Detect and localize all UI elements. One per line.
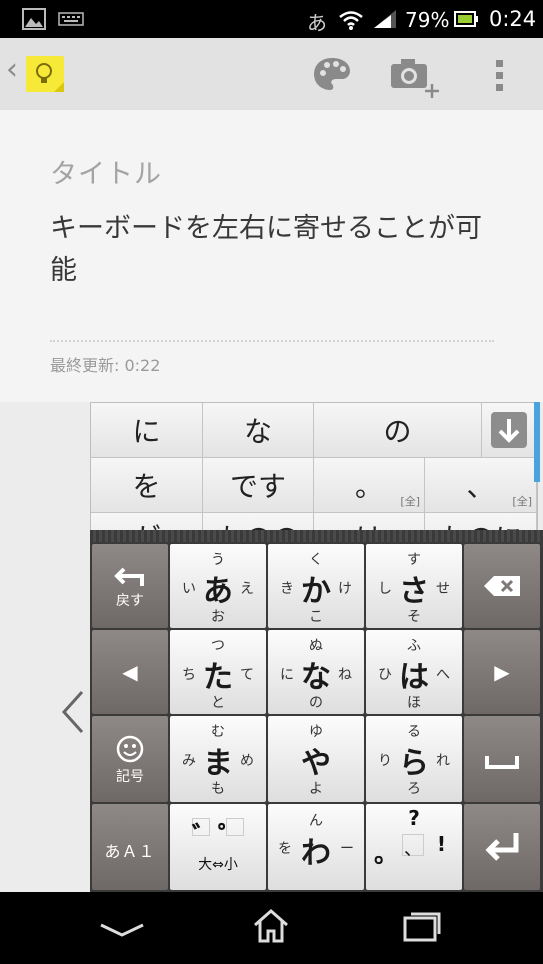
key-main: あ xyxy=(203,574,233,609)
emoji-symbol-label: 記号 xyxy=(116,769,144,785)
emoji-symbol-key[interactable]: 記号 xyxy=(92,716,168,802)
backspace-icon xyxy=(484,576,520,596)
candidate-scrollbar[interactable] xyxy=(534,402,540,482)
key-1[interactable]: くきけこか xyxy=(268,544,364,628)
dakuten-marks: ゛゜ xyxy=(191,822,244,852)
candidate[interactable]: です xyxy=(203,458,314,513)
undo-icon xyxy=(114,567,144,586)
candidate[interactable]: に xyxy=(91,403,203,458)
flick-left: 。 xyxy=(374,840,398,868)
overflow-menu-icon[interactable] xyxy=(494,58,506,92)
key-main: わ xyxy=(301,836,331,871)
signal-icon xyxy=(374,10,396,28)
key-4[interactable]: ぬにねのな xyxy=(268,630,364,714)
nav-home-icon[interactable] xyxy=(252,908,290,944)
note-body-field[interactable]: キーボードを左右に寄せることが可能 xyxy=(50,208,500,292)
key-main: 、 xyxy=(402,834,424,860)
wifi-icon xyxy=(339,11,363,30)
arrow-down-icon xyxy=(491,412,527,448)
candidate[interactable]: を xyxy=(91,458,203,513)
candidate-list: に な の を です 。[全] 、[全] が ものの は ものに xyxy=(90,402,538,532)
key-main: な xyxy=(301,660,331,695)
key-main: ら xyxy=(399,746,429,781)
enter-key[interactable] xyxy=(464,804,540,890)
cursor-left-key[interactable]: ◀ xyxy=(92,630,168,714)
key-3[interactable]: つちてとた xyxy=(170,630,266,714)
up-navigation-button[interactable]: ‹ xyxy=(0,38,72,110)
battery-icon xyxy=(454,11,478,27)
arrow-right-icon: ▶ xyxy=(494,660,510,684)
dakuten-key[interactable]: ゛゜ 大⇔小 xyxy=(170,804,266,890)
smiley-icon xyxy=(116,735,144,763)
clock: 0:24 xyxy=(489,7,537,31)
flick-up: ? xyxy=(408,806,420,830)
space-icon xyxy=(485,756,519,769)
collapse-candidates-button[interactable] xyxy=(482,403,537,458)
status-bar: あ 79% 0:24 xyxy=(0,0,543,38)
key-5[interactable]: ふひへほは xyxy=(366,630,462,714)
key-main: ま xyxy=(203,746,233,781)
ime-indicator: あ xyxy=(307,11,327,35)
action-bar: ‹ xyxy=(0,38,543,110)
input-mode-label: あＡ１ xyxy=(104,842,156,861)
key-2[interactable]: すしせそさ xyxy=(366,544,462,628)
flick-right: ! xyxy=(436,832,446,856)
candidate-text: です xyxy=(229,470,286,503)
move-keyboard-left-icon[interactable] xyxy=(60,690,86,734)
candidate[interactable]: な xyxy=(203,403,314,458)
input-mode-key[interactable]: あＡ１ xyxy=(92,804,168,890)
back-chevron-icon: ‹ xyxy=(6,52,18,87)
note-title-field[interactable]: タイトル xyxy=(50,152,162,191)
note-divider xyxy=(50,340,494,342)
undo-key[interactable]: 戻す xyxy=(92,544,168,628)
gallery-notification-icon xyxy=(22,8,46,30)
keyboard-handle[interactable] xyxy=(90,530,543,542)
candidate-text: 、 xyxy=(466,470,495,503)
fullwidth-tag: [全] xyxy=(400,495,420,508)
key-main: か xyxy=(301,574,331,609)
fullwidth-tag: [全] xyxy=(512,495,532,508)
flick-up: ん xyxy=(309,813,323,829)
key-main: や xyxy=(301,746,331,781)
key-7[interactable]: ゆよや xyxy=(268,716,364,802)
last-updated-label: 最終更新: 0:22 xyxy=(50,356,161,375)
candidate-text: を xyxy=(132,470,161,503)
key-wa[interactable]: ん を ー わ xyxy=(268,804,364,890)
space-key[interactable] xyxy=(464,716,540,802)
nav-back-icon[interactable] xyxy=(98,922,146,938)
key-0[interactable]: ういえおあ xyxy=(170,544,266,628)
size-toggle-label: 大⇔小 xyxy=(198,857,238,873)
undo-label: 戻す xyxy=(116,593,144,609)
key-6[interactable]: むみめもま xyxy=(170,716,266,802)
candidate[interactable]: の xyxy=(314,403,482,458)
palette-icon[interactable] xyxy=(312,56,352,92)
candidate-text: 。 xyxy=(354,470,383,503)
camera-add-icon[interactable] xyxy=(390,56,442,100)
key-main: さ xyxy=(399,574,429,609)
key-main: は xyxy=(399,660,429,695)
backspace-key[interactable] xyxy=(464,544,540,628)
battery-percent: 79% xyxy=(405,8,450,32)
nav-recents-icon[interactable] xyxy=(402,910,442,944)
key-main: た xyxy=(203,660,233,695)
cursor-right-key[interactable]: ▶ xyxy=(464,630,540,714)
arrow-left-icon: ◀ xyxy=(122,660,138,684)
keyboard-notification-icon xyxy=(58,12,84,26)
candidate[interactable]: 。 [全] xyxy=(314,458,425,513)
punctuation-key[interactable]: ? 。 、 ! xyxy=(366,804,462,890)
navigation-bar xyxy=(0,892,543,964)
candidate[interactable]: 、 [全] xyxy=(425,458,537,513)
keep-lightbulb-icon xyxy=(26,56,64,92)
enter-icon xyxy=(485,833,519,861)
key-8[interactable]: るりれろら xyxy=(366,716,462,802)
